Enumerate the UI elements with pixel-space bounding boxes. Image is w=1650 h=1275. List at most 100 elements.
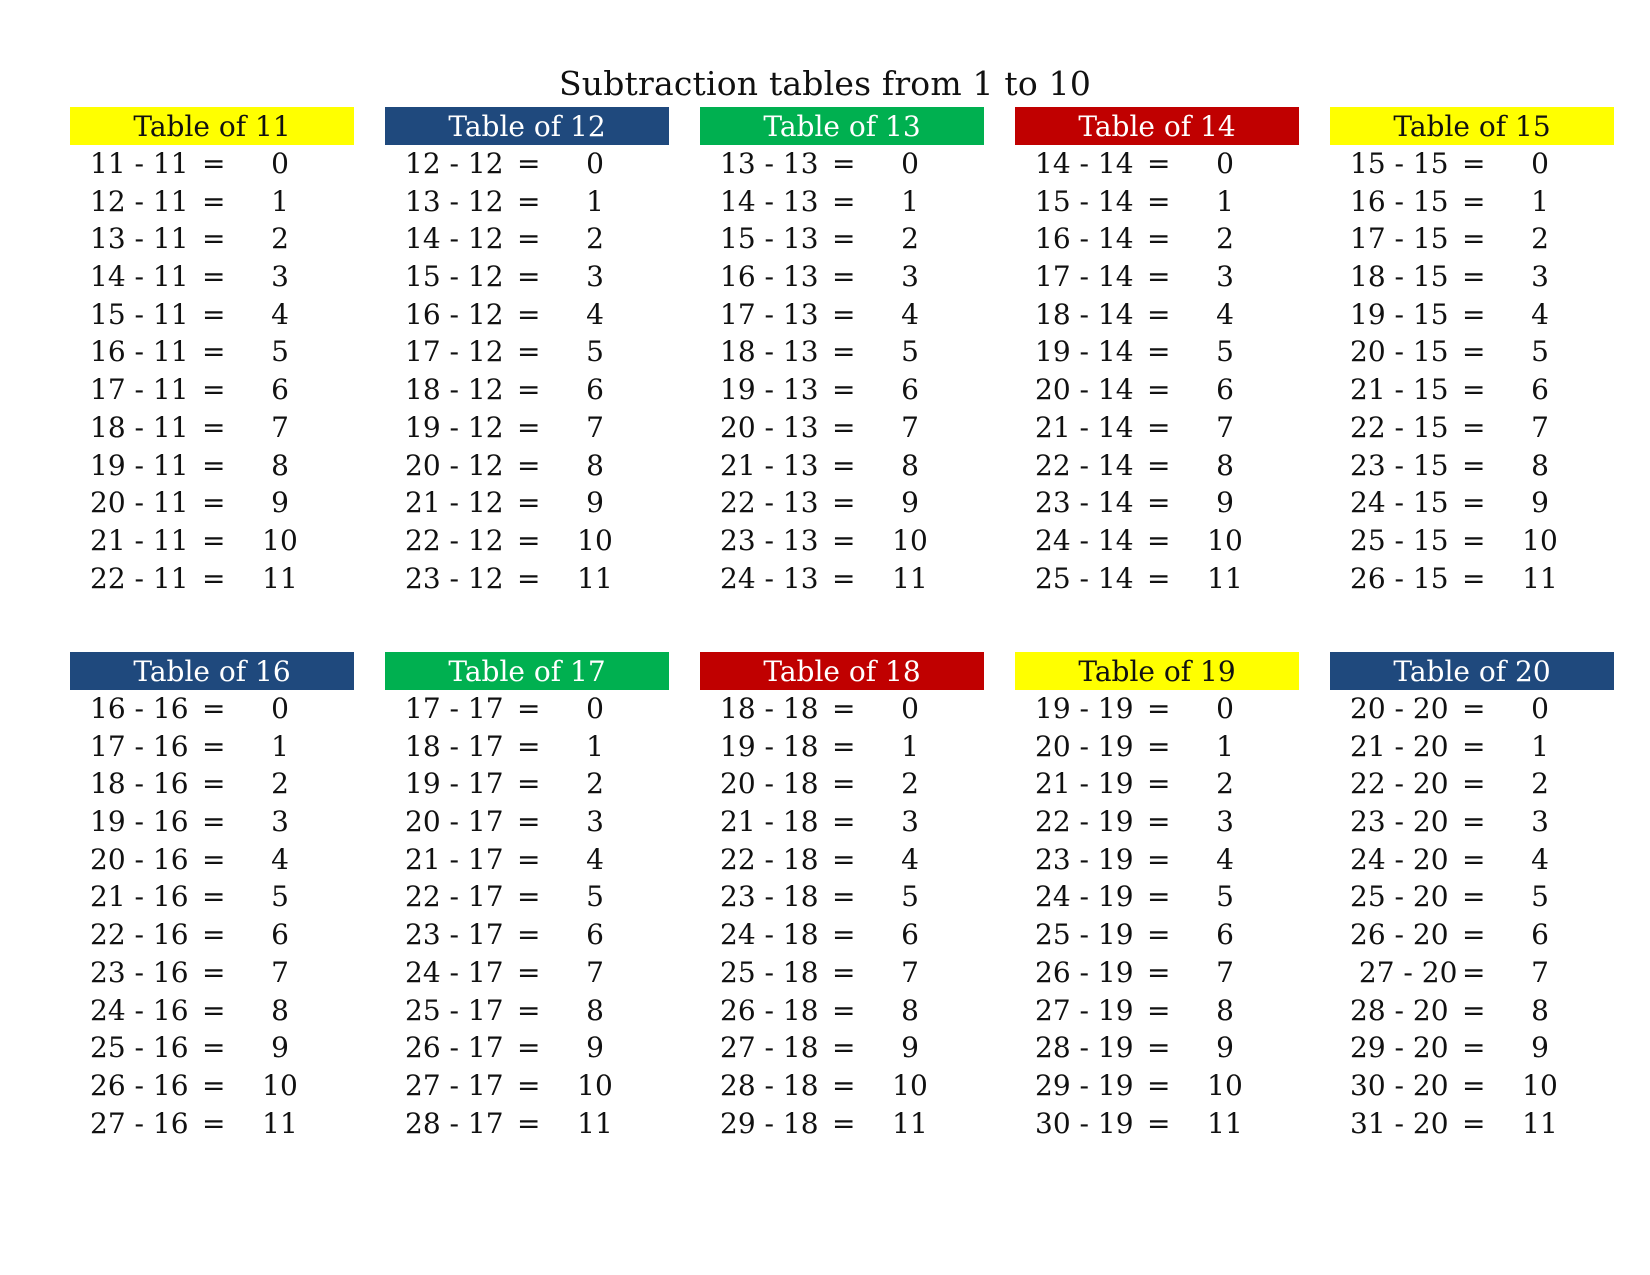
table-row: 22 - 15 = 7 xyxy=(1330,409,1614,447)
result-value: 6 xyxy=(1531,918,1549,952)
expression: 23 - 16 xyxy=(90,955,189,989)
subtraction-table: Table of 17 17 - 17 = 0 18 - 17 = 1 19 - 17 = 2 20… xyxy=(385,652,669,1142)
equals-sign: = xyxy=(1462,918,1486,952)
expression: 20 - 11 xyxy=(90,486,189,520)
expression: 16 - 13 xyxy=(720,260,819,294)
equals-sign: = xyxy=(202,918,226,952)
result-value: 0 xyxy=(1531,147,1549,180)
expression: 19 - 17 xyxy=(405,767,504,801)
result-value: 6 xyxy=(901,373,919,407)
expression: 23 - 19 xyxy=(1035,842,1134,876)
expression: 14 - 12 xyxy=(405,222,504,256)
equals-sign: = xyxy=(517,523,541,557)
expression: 12 - 11 xyxy=(90,184,189,218)
result-value: 10 xyxy=(577,523,613,557)
result-value: 1 xyxy=(1531,184,1549,218)
result-value: 0 xyxy=(901,692,919,725)
expression: 17 - 11 xyxy=(90,373,189,407)
expression: 25 - 17 xyxy=(405,993,504,1027)
equals-sign: = xyxy=(517,410,541,444)
expression: 18 - 11 xyxy=(90,410,189,444)
table-row: 20 - 18 = 2 xyxy=(700,765,984,803)
equals-sign: = xyxy=(202,1068,226,1102)
expression: 21 - 18 xyxy=(720,805,819,839)
result-value: 3 xyxy=(1531,260,1549,294)
equals-sign: = xyxy=(517,335,541,369)
equals-sign: = xyxy=(832,805,856,839)
equals-sign: = xyxy=(1462,222,1486,256)
equals-sign: = xyxy=(1462,955,1486,989)
equals-sign: = xyxy=(1462,147,1486,180)
equals-sign: = xyxy=(1147,561,1171,595)
result-value: 2 xyxy=(1216,767,1234,801)
expression: 21 - 13 xyxy=(720,448,819,482)
table-row: 14 - 13 = 1 xyxy=(700,183,984,221)
result-value: 7 xyxy=(271,955,289,989)
equals-sign: = xyxy=(517,561,541,595)
table-row: 19 - 12 = 7 xyxy=(385,409,669,447)
result-value: 1 xyxy=(1216,729,1234,763)
result-value: 8 xyxy=(271,448,289,482)
expression: 21 - 11 xyxy=(90,523,189,557)
result-value: 10 xyxy=(577,1068,613,1102)
expression: 19 - 13 xyxy=(720,373,819,407)
table-row: 29 - 18 = 11 xyxy=(700,1105,984,1143)
table-header: Table of 15 xyxy=(1330,107,1614,145)
table-row: 22 - 11 = 11 xyxy=(70,560,354,598)
result-value: 3 xyxy=(586,260,604,294)
expression: 24 - 19 xyxy=(1035,880,1134,914)
expression: 18 - 17 xyxy=(405,729,504,763)
expression: 22 - 13 xyxy=(720,486,819,520)
result-value: 3 xyxy=(271,805,289,839)
result-value: 1 xyxy=(271,729,289,763)
equals-sign: = xyxy=(832,297,856,331)
table-header: Table of 12 xyxy=(385,107,669,145)
result-value: 11 xyxy=(892,561,928,595)
table-row: 20 - 17 = 3 xyxy=(385,803,669,841)
table-header: Table of 16 xyxy=(70,652,354,690)
expression: 24 - 15 xyxy=(1350,486,1449,520)
equals-sign: = xyxy=(1147,147,1171,180)
equals-sign: = xyxy=(1147,918,1171,952)
result-value: 10 xyxy=(262,1068,298,1102)
result-value: 0 xyxy=(586,692,604,725)
equals-sign: = xyxy=(202,767,226,801)
expression: 19 - 14 xyxy=(1035,335,1134,369)
equals-sign: = xyxy=(517,880,541,914)
expression: 23 - 20 xyxy=(1350,805,1449,839)
result-value: 9 xyxy=(1216,1031,1234,1065)
equals-sign: = xyxy=(832,729,856,763)
table-header: Table of 17 xyxy=(385,652,669,690)
expression: 22 - 12 xyxy=(405,523,504,557)
equals-sign: = xyxy=(832,842,856,876)
table-row: 22 - 20 = 2 xyxy=(1330,765,1614,803)
equals-sign: = xyxy=(1147,297,1171,331)
expression: 21 - 16 xyxy=(90,880,189,914)
equals-sign: = xyxy=(517,955,541,989)
expression: 28 - 18 xyxy=(720,1068,819,1102)
table-row: 20 - 11 = 9 xyxy=(70,484,354,522)
table-row: 19 - 14 = 5 xyxy=(1015,333,1299,371)
table-row: 20 - 19 = 1 xyxy=(1015,728,1299,766)
table-row: 16 - 11 = 5 xyxy=(70,333,354,371)
expression: 21 - 15 xyxy=(1350,373,1449,407)
table-row: 16 - 15 = 1 xyxy=(1330,183,1614,221)
equals-sign: = xyxy=(1147,222,1171,256)
table-row: 17 - 13 = 4 xyxy=(700,296,984,334)
table-row: 21 - 18 = 3 xyxy=(700,803,984,841)
table-row: 25 - 15 = 10 xyxy=(1330,522,1614,560)
result-value: 7 xyxy=(1216,410,1234,444)
equals-sign: = xyxy=(202,955,226,989)
table-row: 11 - 11 = 0 xyxy=(70,145,354,183)
equals-sign: = xyxy=(1147,335,1171,369)
table-row: 22 - 17 = 5 xyxy=(385,878,669,916)
expression: 25 - 19 xyxy=(1035,918,1134,952)
table-row: 22 - 13 = 9 xyxy=(700,484,984,522)
expression: 25 - 14 xyxy=(1035,561,1134,595)
result-value: 3 xyxy=(1216,260,1234,294)
result-value: 5 xyxy=(586,880,604,914)
result-value: 10 xyxy=(262,523,298,557)
table-row: 21 - 12 = 9 xyxy=(385,484,669,522)
table-row: 12 - 11 = 1 xyxy=(70,183,354,221)
expression: 27 - 20 xyxy=(1350,955,1458,989)
